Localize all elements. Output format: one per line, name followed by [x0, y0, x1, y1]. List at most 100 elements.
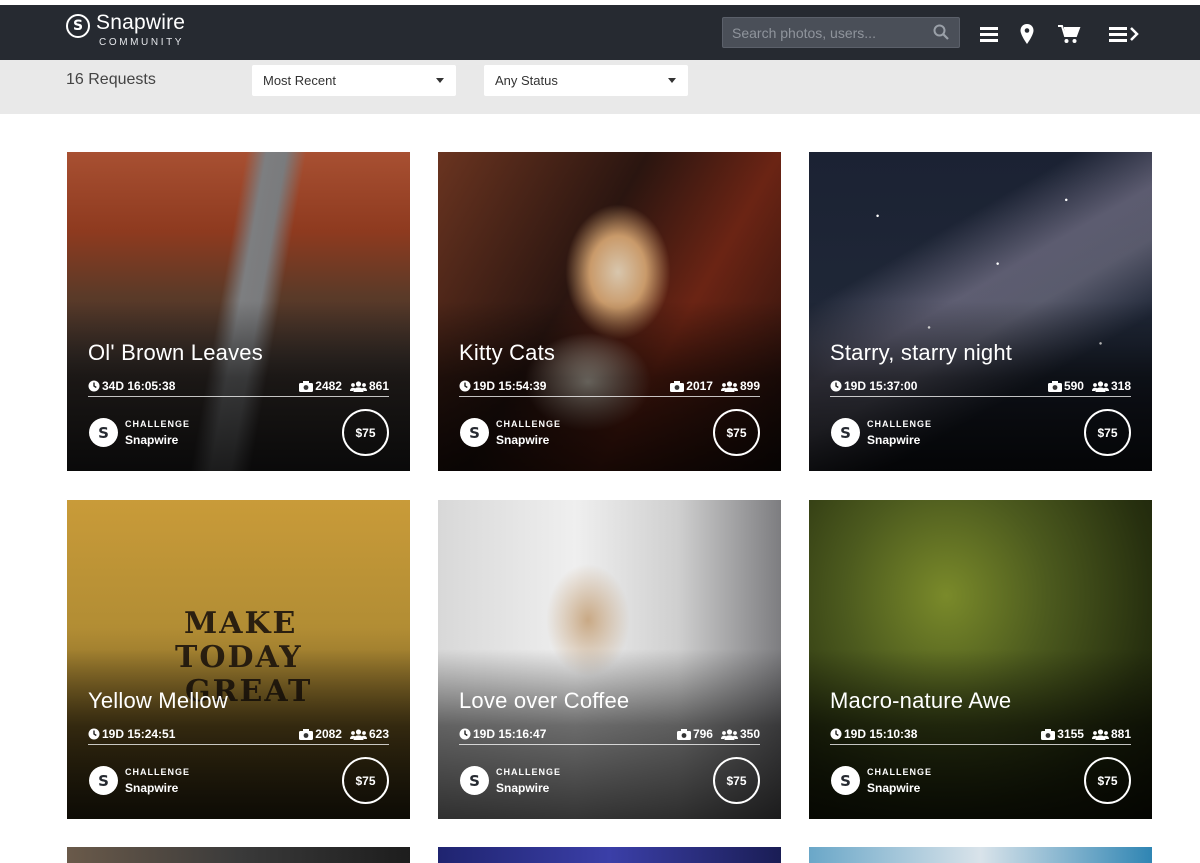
- cart-icon[interactable]: [1057, 22, 1081, 46]
- status-select[interactable]: Any Status: [484, 65, 688, 96]
- user-count: 861: [368, 379, 389, 393]
- request-card[interactable]: Kitty Cats 19D 15:54:39 2017 899 S CHALL…: [438, 152, 781, 471]
- users-icon: [349, 380, 367, 392]
- card-footer: S CHALLENGE Snapwire $75: [88, 756, 389, 804]
- users-icon: [720, 380, 738, 392]
- camera-icon: [670, 380, 685, 392]
- search-icon[interactable]: [933, 24, 949, 40]
- card-peek[interactable]: [438, 847, 781, 863]
- photo-count: 590: [1063, 379, 1084, 393]
- request-count: 16 Requests: [66, 71, 156, 88]
- request-card[interactable]: GREATTODAYMAKE Yellow Mellow 19D 15:24:5…: [67, 500, 410, 819]
- clock-icon: [88, 728, 100, 740]
- request-card[interactable]: Macro-nature Awe 19D 15:10:38 3155 881 S…: [809, 500, 1152, 819]
- card-title: Love over Coffee: [459, 688, 630, 713]
- user-count: 899: [739, 379, 760, 393]
- card-meta: 34D 16:05:38 2482 861: [88, 377, 389, 397]
- search-box: [722, 17, 960, 48]
- request-type: CHALLENGE: [125, 767, 190, 777]
- price-badge[interactable]: $75: [342, 409, 389, 456]
- card-footer: S CHALLENGE Snapwire $75: [88, 408, 389, 456]
- clock-icon: [459, 728, 471, 740]
- users-icon: [1091, 728, 1109, 740]
- user-count: 881: [1110, 727, 1131, 741]
- users-icon: [720, 728, 738, 740]
- card-title: Kitty Cats: [459, 340, 556, 365]
- card-footer: S CHALLENGE Snapwire $75: [459, 756, 760, 804]
- snapwire-logo-icon: S: [831, 418, 860, 447]
- request-owner: Snapwire: [125, 433, 179, 447]
- time-remaining: 34D 16:05:38: [102, 379, 176, 393]
- request-type: CHALLENGE: [496, 767, 561, 777]
- snapwire-logo-icon: S: [89, 766, 118, 795]
- card-meta: 19D 15:37:00 590 318: [830, 377, 1131, 397]
- request-card[interactable]: Starry, starry night 19D 15:37:00 590 31…: [809, 152, 1152, 471]
- user-count: 318: [1110, 379, 1131, 393]
- camera-icon: [299, 728, 314, 740]
- camera-icon: [676, 728, 691, 740]
- brand-subtitle: COMMUNITY: [99, 37, 185, 48]
- status-select-value: Any Status: [495, 73, 558, 88]
- time-remaining: 19D 15:16:47: [473, 727, 547, 741]
- snapwire-logo-icon: S: [66, 14, 90, 38]
- snapwire-logo-icon: S: [89, 418, 118, 447]
- card-meta: 19D 15:16:47 796 350: [459, 725, 760, 745]
- request-owner: Snapwire: [496, 433, 550, 447]
- camera-icon: [299, 380, 314, 392]
- chevron-down-icon: [436, 78, 444, 83]
- card-title: Ol' Brown Leaves: [88, 340, 263, 365]
- request-type: CHALLENGE: [125, 419, 190, 429]
- users-icon: [1091, 380, 1109, 392]
- camera-icon: [1041, 728, 1056, 740]
- request-card[interactable]: Ol' Brown Leaves 34D 16:05:38 2482 861 S…: [67, 152, 410, 471]
- clock-icon: [830, 380, 842, 392]
- users-icon: [349, 728, 367, 740]
- photo-count: 2017: [686, 379, 713, 393]
- time-remaining: 19D 15:10:38: [844, 727, 918, 741]
- brand-logo[interactable]: S Snapwire COMMUNITY: [66, 11, 186, 48]
- card-title: Yellow Mellow: [88, 688, 228, 713]
- photo-count: 2482: [315, 379, 342, 393]
- card-meta: 19D 15:24:51 2082 623: [88, 725, 389, 745]
- clock-icon: [459, 380, 471, 392]
- price-badge[interactable]: $75: [713, 409, 760, 456]
- chevron-down-icon: [668, 78, 676, 83]
- time-remaining: 19D 15:37:00: [844, 379, 918, 393]
- sort-select-value: Most Recent: [263, 73, 336, 88]
- photo-count: 2082: [315, 727, 342, 741]
- request-owner: Snapwire: [867, 781, 921, 795]
- snapwire-logo-icon: S: [831, 766, 860, 795]
- image-text: MAKE: [184, 606, 298, 641]
- snapwire-logo-icon: S: [460, 418, 489, 447]
- brand-name: Snapwire: [96, 11, 186, 34]
- price-badge[interactable]: $75: [1084, 409, 1131, 456]
- time-remaining: 19D 15:54:39: [473, 379, 547, 393]
- card-meta: 19D 15:10:38 3155 881: [830, 725, 1131, 745]
- card-title: Macro-nature Awe: [830, 688, 1012, 713]
- request-owner: Snapwire: [125, 781, 179, 795]
- search-input[interactable]: [723, 18, 923, 47]
- card-footer: S CHALLENGE Snapwire $75: [459, 408, 760, 456]
- request-type: CHALLENGE: [867, 767, 932, 777]
- price-badge[interactable]: $75: [713, 757, 760, 804]
- request-owner: Snapwire: [496, 781, 550, 795]
- card-footer: S CHALLENGE Snapwire $75: [830, 408, 1131, 456]
- card-peek[interactable]: [809, 847, 1152, 863]
- clock-icon: [88, 380, 100, 392]
- price-badge[interactable]: $75: [342, 757, 389, 804]
- camera-icon: [1047, 380, 1062, 392]
- user-count: 350: [739, 727, 760, 741]
- price-badge[interactable]: $75: [1084, 757, 1131, 804]
- sort-select[interactable]: Most Recent: [252, 65, 456, 96]
- menu-arrow-icon[interactable]: [1107, 22, 1141, 46]
- filter-bar: 16 Requests Most Recent Any Status: [0, 60, 1200, 114]
- request-card[interactable]: Love over Coffee 19D 15:16:47 796 350 S …: [438, 500, 781, 819]
- user-count: 623: [368, 727, 389, 741]
- photo-count: 796: [692, 727, 713, 741]
- card-title: Starry, starry night: [830, 340, 1013, 365]
- card-peek[interactable]: [67, 847, 410, 863]
- menu-icon[interactable]: [977, 22, 1001, 46]
- clock-icon: [830, 728, 842, 740]
- time-remaining: 19D 15:24:51: [102, 727, 176, 741]
- map-pin-icon[interactable]: [1015, 22, 1039, 46]
